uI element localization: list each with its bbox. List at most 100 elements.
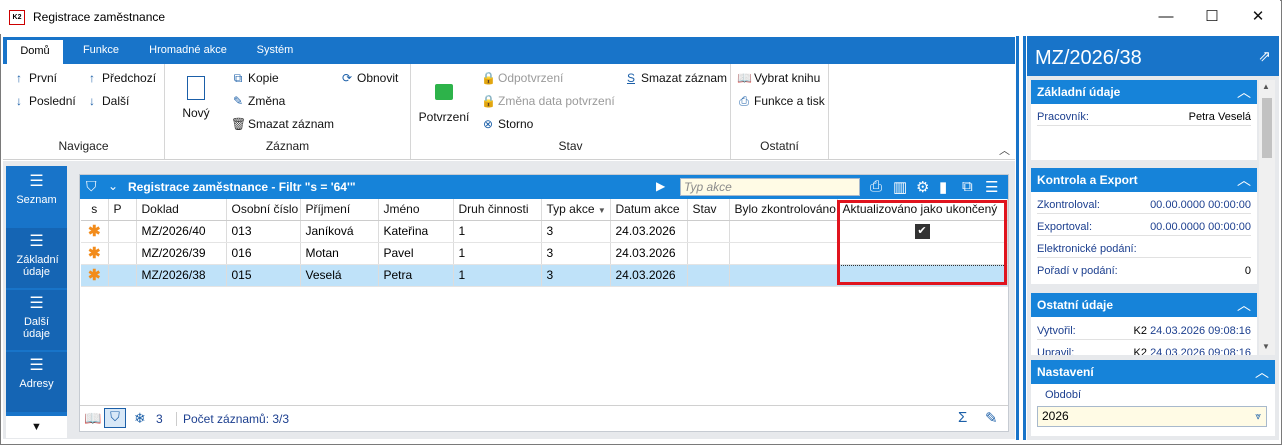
panel-splitter[interactable]: [1016, 36, 1026, 440]
change-date-button[interactable]: 🔒 Změna data potvrzení: [481, 94, 615, 108]
ribbon: ↑ První ↑ Předchozí ↓ Poslední ↓ Další Navig…: [3, 64, 1015, 160]
cell-doklad: MZ/2026/39: [136, 242, 227, 265]
tab-funkce[interactable]: Funkce: [71, 37, 131, 64]
cell-stav: [687, 242, 730, 265]
col-prijmeni[interactable]: Příjmení: [300, 199, 379, 221]
new-record-star-icon: ✱: [81, 264, 109, 287]
chevron-up-icon[interactable]: ︿: [1237, 168, 1251, 192]
section-body: Zkontroloval: 00.00.0000 00:00:00 Exporto…: [1031, 192, 1257, 284]
field-vytvoril: Vytvořil: K2 24.03.2026 09:08:16: [1037, 322, 1251, 340]
detail-scrollbar[interactable]: ▲ ▼: [1259, 80, 1275, 355]
chevron-down-icon[interactable]: ⩔: [1255, 407, 1261, 426]
arrow-down-icon: ↓: [89, 94, 95, 108]
pencil-icon: ✎: [232, 94, 244, 108]
cell-doklad: MZ/2026/38: [136, 264, 227, 287]
delete-record-button[interactable]: S Smazat záznam: [624, 71, 727, 85]
arrow-up-icon: ↑: [16, 71, 22, 85]
menu-icon[interactable]: ☰: [985, 178, 998, 196]
col-doklad[interactable]: Doklad: [136, 199, 227, 221]
field-zkontroloval: Zkontroloval: 00.00.0000 00:00:00: [1037, 196, 1251, 214]
group-zaznam: Nový ⧉ Kopie ⟳ Obnovit ✎ Změna 🗑 Smazat zázn…: [165, 64, 411, 159]
arrow-up-icon: ↑: [89, 71, 95, 85]
chevron-up-icon[interactable]: ︿: [1237, 80, 1251, 104]
section-ostatni-udaje[interactable]: Ostatní údaje ︿: [1031, 293, 1257, 317]
list-icon: ☰: [29, 357, 44, 374]
cell-osobni-cislo: 015: [226, 264, 301, 287]
chart-icon[interactable]: ▥: [893, 178, 907, 196]
filter-icon[interactable]: ⛉: [104, 408, 126, 428]
chevron-up-icon[interactable]: ︿: [1255, 360, 1269, 384]
cell-druh: 1: [453, 220, 542, 243]
lock-icon: 🔒: [481, 94, 496, 108]
cell-osobni-cislo: 013: [226, 220, 301, 243]
search-input[interactable]: Typ akce: [680, 178, 860, 196]
play-icon[interactable]: ▶: [656, 179, 665, 193]
cell-p: [108, 242, 137, 265]
open-external-icon[interactable]: ⇗: [1258, 47, 1271, 65]
refresh-button[interactable]: ⟳ Obnovit: [340, 71, 398, 85]
copy-button[interactable]: ⧉ Kopie: [231, 71, 279, 86]
sum-icon[interactable]: Σ: [958, 409, 967, 426]
collapse-ribbon-icon[interactable]: ︿: [999, 142, 1010, 158]
nav-dalsi-udaje[interactable]: ☰ Další údaje: [6, 290, 67, 350]
nav-more-button[interactable]: ▼: [6, 416, 67, 438]
first-button[interactable]: ↑ První: [12, 71, 57, 85]
col-s[interactable]: s: [81, 199, 109, 221]
tab-hromadne-akce[interactable]: Hromadné akce: [139, 37, 237, 64]
nav-seznam[interactable]: ☰ Seznam: [6, 166, 67, 224]
col-osobni-cislo[interactable]: Osobní číslo: [226, 199, 301, 221]
book-icon[interactable]: 📖: [84, 410, 101, 427]
section-kontrola-export[interactable]: Kontrola a Export ︿: [1031, 168, 1257, 192]
export-icon[interactable]: ⧉: [962, 178, 973, 195]
confirm-button[interactable]: Potvrzení: [417, 76, 471, 124]
cell-jmeno: Pavel: [378, 242, 454, 265]
tab-domu[interactable]: Domů: [7, 40, 63, 64]
section-body: Pracovník: Petra Veselá: [1031, 104, 1257, 160]
col-bylo-zkontrolovano[interactable]: Bylo zkontrolováno: [729, 199, 838, 221]
scroll-thumb[interactable]: [1262, 98, 1272, 158]
cell-zkontrolovano: [729, 220, 838, 243]
col-druh-cinnosti[interactable]: Druh činnosti: [453, 199, 542, 221]
settings-icon[interactable]: ⚙: [916, 178, 929, 196]
minimize-button[interactable]: —: [1143, 4, 1189, 30]
section-body: Vytvořil: K2 24.03.2026 09:08:16 Upravil:…: [1031, 317, 1257, 355]
scroll-down-icon[interactable]: ▼: [1262, 342, 1270, 351]
close-button[interactable]: ✕: [1235, 4, 1281, 30]
choose-book-button[interactable]: 📖 Vybrat knihu: [737, 71, 820, 85]
delete-button[interactable]: 🗑 Smazat záznam: [231, 117, 334, 131]
col-p[interactable]: P: [108, 199, 137, 221]
last-button[interactable]: ↓ Poslední: [12, 94, 76, 108]
print-button[interactable]: ⎙ Funkce a tisk: [737, 94, 825, 109]
nav-zakladni-udaje[interactable]: ☰ Základní údaje: [6, 228, 67, 288]
columns-icon[interactable]: ▮: [939, 178, 947, 196]
tab-system[interactable]: Systém: [247, 37, 303, 64]
period-select[interactable]: 2026 ⩔: [1037, 406, 1267, 427]
section-zakladni-udaje[interactable]: Základní údaje ︿: [1031, 80, 1257, 104]
col-typ-akce[interactable]: Typ akce ▼: [541, 199, 611, 221]
title-bar: K2 Registrace zaměstnance — ☐ ✕: [0, 0, 1280, 34]
col-datum-akce[interactable]: Datum akce: [610, 199, 688, 221]
snowflake-icon[interactable]: ❄: [134, 410, 146, 427]
pencil-icon[interactable]: ✎: [985, 409, 998, 427]
field-pracovnik: Pracovník: Petra Veselá: [1037, 108, 1251, 126]
group-stav: Potvrzení 🔒 Odpotvrzení 🔒 Změna data potvr…: [411, 64, 731, 159]
storno-button[interactable]: ⊗ Storno: [481, 117, 533, 131]
new-button[interactable]: Nový: [179, 76, 213, 120]
chevron-up-icon[interactable]: ︿: [1237, 293, 1251, 317]
nav-adresy[interactable]: ☰ Adresy: [6, 352, 67, 412]
col-stav[interactable]: Stav: [687, 199, 730, 221]
print-icon[interactable]: ⎙: [870, 178, 882, 195]
edit-button[interactable]: ✎ Změna: [231, 94, 285, 108]
unconfirm-button[interactable]: 🔒 Odpotvrzení: [481, 71, 563, 85]
filter-icon[interactable]: ⛉: [86, 178, 97, 195]
next-button[interactable]: ↓ Další: [85, 94, 129, 108]
prev-button[interactable]: ↑ Předchozí: [85, 71, 156, 85]
cell-doklad: MZ/2026/40: [136, 220, 227, 243]
section-nastaveni[interactable]: Nastavení ︿: [1031, 360, 1275, 384]
maximize-button[interactable]: ☐: [1189, 4, 1235, 30]
cell-p: [108, 264, 137, 287]
scroll-up-icon[interactable]: ▲: [1262, 82, 1270, 91]
chevron-down-icon[interactable]: ⌄: [108, 179, 118, 193]
col-jmeno[interactable]: Jméno: [378, 199, 454, 221]
section-body: Období 2026 ⩔: [1031, 384, 1275, 436]
